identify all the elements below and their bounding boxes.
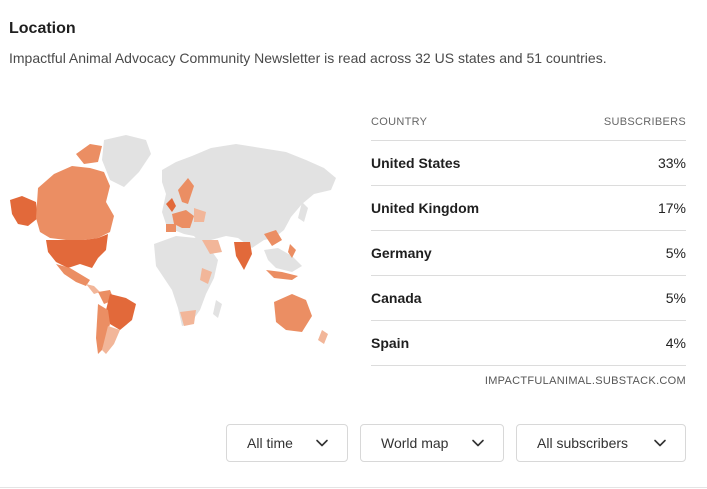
country-name: United Kingdom	[371, 200, 480, 216]
time-range-dropdown[interactable]: All time	[226, 424, 348, 462]
chevron-down-icon	[654, 439, 666, 447]
location-title: Location	[9, 20, 76, 37]
table-row: Spain 4%	[371, 321, 686, 366]
view-dropdown[interactable]: World map	[360, 424, 504, 462]
time-range-label: All time	[247, 435, 293, 451]
publication-source: IMPACTFULANIMAL.SUBSTACK.COM	[484, 375, 686, 387]
subscriber-pct: 5%	[665, 245, 686, 261]
table-row: Canada 5%	[371, 276, 686, 321]
col-subscribers-header: SUBSCRIBERS	[603, 116, 686, 128]
country-name: Canada	[371, 290, 422, 306]
country-name: United States	[371, 155, 461, 171]
southeast-asia	[264, 248, 302, 272]
central-america	[86, 284, 100, 294]
iberia	[166, 224, 176, 232]
table-header: COUNTRY SUBSCRIBERS	[371, 104, 686, 141]
country-name: Germany	[371, 245, 432, 261]
table-row: United Kingdom 17%	[371, 186, 686, 231]
table-row: Germany 5%	[371, 231, 686, 276]
subscriber-pct: 4%	[665, 335, 686, 351]
madagascar	[213, 300, 222, 318]
subscriber-pct: 33%	[657, 155, 686, 171]
new-zealand	[318, 330, 328, 344]
brazil	[106, 294, 136, 330]
view-label: World map	[381, 435, 449, 451]
australia	[274, 294, 312, 332]
audience-label: All subscribers	[537, 435, 629, 451]
canada-arctic	[76, 144, 102, 164]
country-name: Spain	[371, 335, 410, 351]
audience-dropdown[interactable]: All subscribers	[516, 424, 686, 462]
indonesia	[266, 270, 298, 280]
chevron-down-icon	[472, 439, 484, 447]
world-map	[10, 135, 336, 354]
section-divider	[0, 487, 707, 488]
chevron-down-icon	[316, 439, 328, 447]
subscriber-pct: 17%	[657, 200, 686, 216]
table-row: United States 33%	[371, 141, 686, 186]
col-country-header: COUNTRY	[371, 116, 428, 128]
location-subtitle: Impactful Animal Advocacy Community News…	[9, 50, 607, 66]
subscriber-pct: 5%	[665, 290, 686, 306]
mexico	[56, 264, 90, 286]
greenland	[102, 135, 151, 187]
canada	[36, 166, 114, 240]
alaska	[10, 196, 38, 226]
india	[234, 242, 252, 270]
country-table: COUNTRY SUBSCRIBERS United States 33% Un…	[371, 104, 686, 387]
